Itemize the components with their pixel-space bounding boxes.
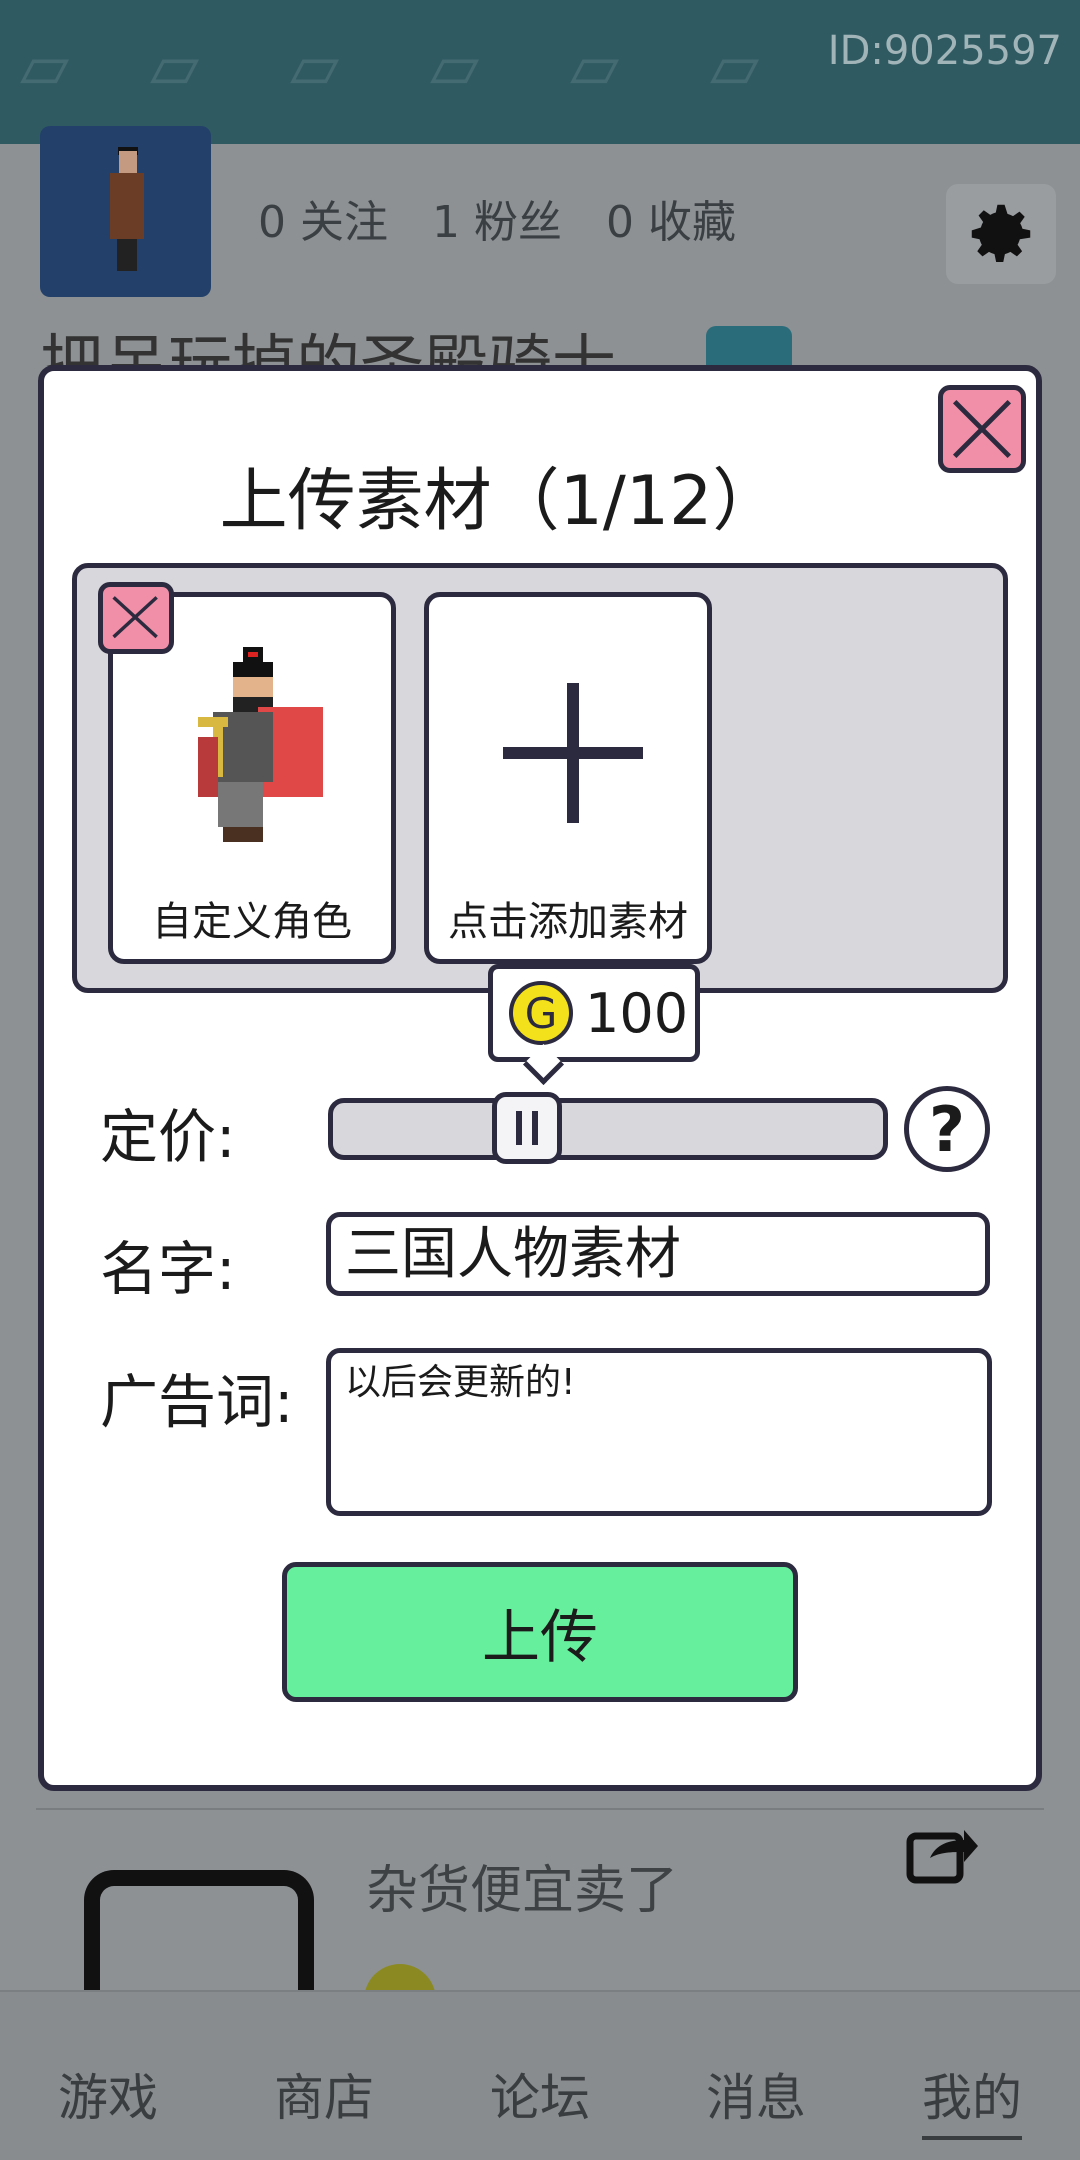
profile-id: ID:9025597 xyxy=(827,28,1062,74)
gear-icon xyxy=(971,204,1031,262)
ad-textarea[interactable]: 以后会更新的! xyxy=(326,1348,992,1516)
nav-games[interactable]: 游戏 xyxy=(58,2058,158,2130)
settings-button[interactable] xyxy=(946,184,1056,284)
close-button[interactable] xyxy=(938,385,1026,473)
bottom-nav: 游戏 商店 论坛 消息 我的 xyxy=(0,1990,1080,2160)
remove-asset-button[interactable] xyxy=(98,582,174,654)
price-tooltip: G 100 xyxy=(488,964,700,1062)
upload-button[interactable]: 上传 xyxy=(282,1562,798,1702)
price-value: 100 xyxy=(585,981,689,1045)
profile-header: ▱ ▱ ▱ ▱ ▱ ▱ ID:9025597 xyxy=(0,0,1080,144)
close-icon xyxy=(952,399,1012,459)
avatar-figure xyxy=(110,147,144,271)
following-count[interactable]: 0 关注 xyxy=(258,186,388,250)
price-label: 定价: xyxy=(100,1103,236,1171)
profile-stats: 0 关注 1 粉丝 0 收藏 xyxy=(258,186,736,250)
edit-title-button[interactable] xyxy=(706,326,792,366)
price-slider-handle[interactable] xyxy=(492,1092,562,1164)
character-sprite xyxy=(198,647,323,842)
nav-store[interactable]: 商店 xyxy=(274,2058,374,2130)
share-icon[interactable] xyxy=(906,1822,980,1884)
listing-title: 杂货便宜卖了 xyxy=(366,1861,679,1921)
add-asset-button[interactable]: 点击添加素材 xyxy=(424,592,712,964)
nav-forum[interactable]: 论坛 xyxy=(490,2058,590,2130)
ad-label: 广告词: xyxy=(100,1368,294,1436)
name-input[interactable]: 三国人物素材 xyxy=(326,1212,990,1296)
help-button[interactable]: ? xyxy=(904,1086,990,1172)
plus-icon xyxy=(503,683,643,823)
profile-title: 把吊玩掉的圣殿骑士 xyxy=(40,329,616,366)
price-slider[interactable] xyxy=(328,1098,888,1160)
followers-count[interactable]: 1 粉丝 xyxy=(432,186,562,250)
avatar[interactable] xyxy=(40,126,211,297)
close-icon xyxy=(112,596,158,639)
name-label: 名字: xyxy=(100,1235,236,1303)
listing-thumbnail xyxy=(84,1870,314,1990)
modal-title: 上传素材（1/12） xyxy=(219,462,781,541)
favorites-count[interactable]: 0 收藏 xyxy=(606,186,736,250)
nav-mine[interactable]: 我的 xyxy=(922,2058,1022,2140)
nav-messages[interactable]: 消息 xyxy=(706,2058,806,2130)
coin-icon: G xyxy=(509,981,573,1045)
asset-label: 自定义角色 xyxy=(152,899,352,945)
asset-label: 点击添加素材 xyxy=(448,899,688,945)
